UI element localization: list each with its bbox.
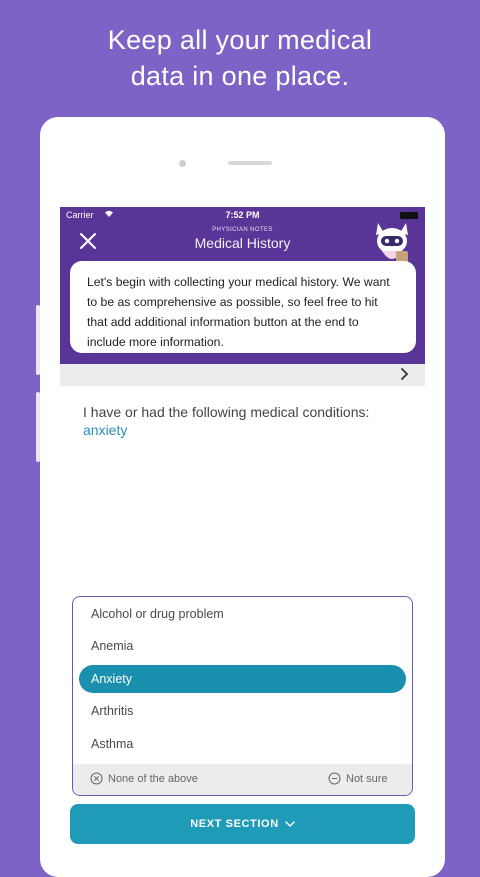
headline-line-2: data in one place. <box>130 61 350 91</box>
condition-picker: Alcohol or drug problem Anemia Anxiety A… <box>72 596 413 796</box>
next-section-label: NEXT SECTION <box>190 818 279 830</box>
phone-camera <box>179 160 186 167</box>
option-anxiety[interactable]: Anxiety <box>79 665 406 693</box>
none-of-the-above-button[interactable]: None of the above <box>90 772 198 785</box>
headline-line-1: Keep all your medical <box>107 25 373 55</box>
option-arthritis[interactable]: Arthritis <box>79 697 406 725</box>
circle-minus-icon <box>328 772 341 785</box>
phone-speaker <box>228 161 272 165</box>
app-screen: Carrier 7:52 PM PHYSICIAN NOTES Medical … <box>60 207 425 854</box>
circle-x-icon <box>90 772 103 785</box>
not-sure-button[interactable]: Not sure <box>328 772 388 785</box>
chevron-right-icon[interactable] <box>397 367 411 381</box>
option-asthma[interactable]: Asthma <box>79 730 406 758</box>
question-text: I have or had the following medical cond… <box>83 404 370 420</box>
not-sure-label: Not sure <box>346 772 388 785</box>
question-block: I have or had the following medical cond… <box>83 403 418 439</box>
app-header: Carrier 7:52 PM PHYSICIAN NOTES Medical … <box>60 207 425 364</box>
option-alcohol-drug-problem[interactable]: Alcohol or drug problem <box>79 600 406 628</box>
option-anemia[interactable]: Anemia <box>79 632 406 660</box>
picker-footer: None of the above Not sure <box>73 764 412 795</box>
headline: Keep all your medical data in one place. <box>0 22 480 94</box>
progress-strip <box>60 364 425 386</box>
none-of-the-above-label: None of the above <box>108 772 198 785</box>
intro-message-bubble: Let's begin with collecting your medical… <box>70 261 416 353</box>
chevron-down-icon <box>285 821 295 827</box>
next-section-button[interactable]: NEXT SECTION <box>70 804 415 844</box>
question-answer: anxiety <box>83 422 128 438</box>
